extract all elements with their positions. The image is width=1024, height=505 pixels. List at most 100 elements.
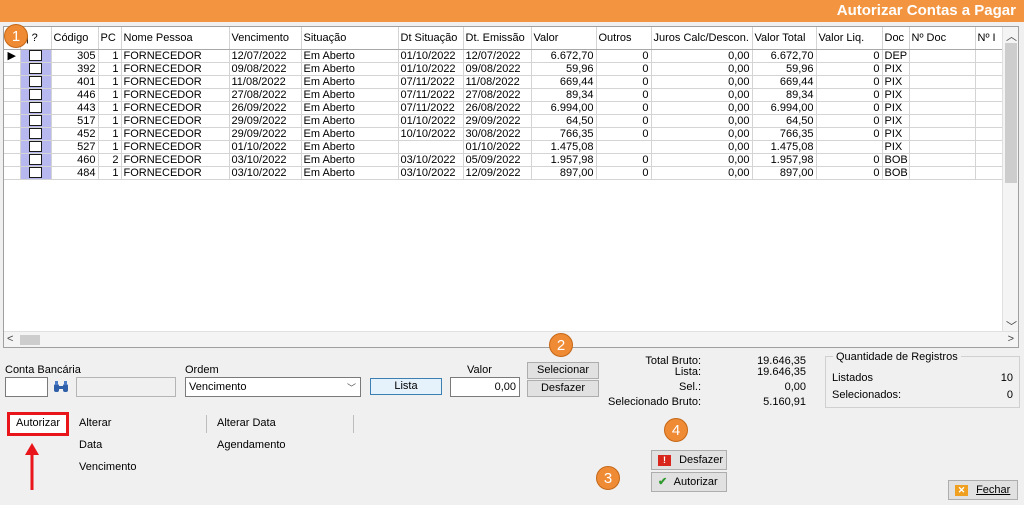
column-header[interactable]: Situação (301, 27, 399, 50)
cell-dt-emissao: 29/09/2022 (463, 114, 532, 128)
binoculars-icon[interactable] (52, 378, 70, 396)
column-header[interactable]: Valor Liq. (816, 27, 883, 50)
select-cell[interactable] (20, 153, 52, 167)
tab-autorizar[interactable]: Autorizar (7, 412, 70, 436)
cell-dt-emissao: 11/08/2022 (463, 75, 532, 89)
cell-doc: PIX (882, 75, 910, 89)
row-checkbox[interactable] (29, 115, 42, 126)
column-header[interactable]: Vencimento (229, 27, 302, 50)
select-cell[interactable] (20, 88, 52, 102)
column-header[interactable]: Valor Total (752, 27, 817, 50)
cell-nome: FORNECEDOR (121, 153, 230, 167)
table-row[interactable]: 401 1 FORNECEDOR 11/08/2022 Em Aberto 07/11/2… (4, 75, 1007, 89)
lista-total-label: Lista: (674, 366, 701, 378)
column-header[interactable]: Dt. Emissão (463, 27, 532, 50)
table-row[interactable]: 527 1 FORNECEDOR 01/10/2022 Em Aberto 01/10/2… (4, 140, 1007, 154)
table-row[interactable]: 460 2 FORNECEDOR 03/10/2022 Em Aberto 03/10/2… (4, 153, 1007, 167)
cell-vencimento: 29/09/2022 (229, 114, 302, 128)
horizontal-scrollbar[interactable]: < > (4, 331, 1018, 347)
row-indicator (4, 153, 21, 167)
select-cell[interactable] (20, 75, 52, 89)
row-indicator (4, 88, 21, 102)
row-checkbox[interactable] (29, 76, 42, 87)
fechar-button-label: Fechar (976, 484, 1011, 496)
ordem-select[interactable]: Vencimento ﹀ (185, 377, 361, 397)
cell-valor-total: 1.475,08 (752, 140, 817, 154)
column-header[interactable]: PC (98, 27, 122, 50)
cell-doc: PIX (882, 88, 910, 102)
table-row[interactable]: 443 1 FORNECEDOR 26/09/2022 Em Aberto 07/11/2… (4, 101, 1007, 115)
cell-valor: 6.994,00 (531, 101, 597, 115)
title-bar: Autorizar Contas a Pagar (0, 0, 1024, 22)
table-row[interactable]: 484 1 FORNECEDOR 03/10/2022 Em Aberto 03/10/2… (4, 166, 1007, 180)
fechar-button[interactable]: ✕ Fechar (948, 480, 1018, 500)
autorizar-button[interactable]: ✔ Autorizar (651, 472, 727, 492)
cell-valor-total: 897,00 (752, 166, 817, 180)
cell-nome: FORNECEDOR (121, 101, 230, 115)
row-checkbox[interactable] (29, 63, 42, 74)
table-row[interactable]: 446 1 FORNECEDOR 27/08/2022 Em Aberto 07/11/2… (4, 88, 1007, 102)
desfazer-button-label: Desfazer (679, 454, 724, 466)
cell-juros: 0,00 (651, 101, 753, 115)
column-header[interactable]: Juros Calc/Descon. (651, 27, 753, 50)
select-cell[interactable] (20, 101, 52, 115)
column-header[interactable]: Dt Situação (398, 27, 464, 50)
table-row[interactable]: ▶ 305 1 FORNECEDOR 12/07/2022 Em Aberto 01/10/… (4, 49, 1007, 63)
cell-dt-situacao (398, 140, 464, 154)
select-cell[interactable] (20, 114, 52, 128)
select-cell[interactable] (20, 140, 52, 154)
select-cell[interactable] (20, 49, 52, 63)
vertical-scroll-thumb[interactable] (1005, 43, 1017, 183)
row-checkbox[interactable] (29, 128, 42, 139)
cell-pc: 1 (98, 49, 122, 63)
row-indicator (4, 75, 21, 89)
cell-valor-liq: 0 (816, 153, 883, 167)
annotation-badge-4: 4 (664, 418, 688, 442)
cell-doc: BOB (882, 166, 910, 180)
scroll-up-icon[interactable]: ︿ (1006, 28, 1017, 44)
cell-codigo: 305 (51, 49, 99, 63)
valor-input[interactable]: 0,00 (450, 377, 520, 397)
table-row[interactable]: 392 1 FORNECEDOR 09/08/2022 Em Aberto 01/10/2… (4, 62, 1007, 76)
row-checkbox[interactable] (29, 167, 42, 178)
column-header[interactable]: Nº Doc (909, 27, 976, 50)
desfazer-button[interactable]: ! Desfazer (651, 450, 727, 470)
select-cell[interactable] (20, 62, 52, 76)
row-checkbox[interactable] (29, 141, 42, 152)
cell-situacao: Em Aberto (301, 114, 399, 128)
cell-valor-liq: 0 (816, 88, 883, 102)
tab-alterar-data-vencimento[interactable]: Alterar Data Vencimento (73, 412, 142, 473)
scroll-left-icon[interactable]: < (7, 333, 13, 345)
tab-alterar-data-agendamento[interactable]: Alterar Data Agendamento (211, 412, 292, 451)
cell-nome: FORNECEDOR (121, 166, 230, 180)
cell-vencimento: 09/08/2022 (229, 62, 302, 76)
accounts-grid[interactable]: q ? Código PC Nome Pessoa Vencimento Sit… (3, 26, 1019, 348)
select-cell[interactable] (20, 166, 52, 180)
table-header-row: q ? Código PC Nome Pessoa Vencimento Sit… (4, 27, 1007, 50)
scroll-right-icon[interactable]: > (1008, 333, 1014, 345)
column-header[interactable]: Outros (596, 27, 652, 50)
table-row[interactable]: 517 1 FORNECEDOR 29/09/2022 Em Aberto 01/10/2… (4, 114, 1007, 128)
desfazer-selection-button[interactable]: Desfazer (527, 380, 599, 397)
row-checkbox[interactable] (29, 50, 42, 61)
column-header[interactable]: Nome Pessoa (121, 27, 230, 50)
table-row[interactable]: 452 1 FORNECEDOR 29/09/2022 Em Aberto 10/10/2… (4, 127, 1007, 141)
chevron-down-icon[interactable]: ﹀ (347, 380, 356, 396)
row-checkbox[interactable] (29, 89, 42, 100)
select-cell[interactable] (20, 127, 52, 141)
vertical-scrollbar[interactable]: ︿ ﹀ (1002, 27, 1018, 333)
conta-bancaria-label: Conta Bancária (5, 364, 81, 376)
row-checkbox[interactable] (29, 154, 42, 165)
selecionar-button[interactable]: Selecionar (527, 362, 599, 379)
row-checkbox[interactable] (29, 102, 42, 113)
column-header[interactable]: Código (51, 27, 99, 50)
lista-button[interactable]: Lista (370, 378, 442, 395)
cell-pc: 1 (98, 166, 122, 180)
column-header[interactable]: Valor (531, 27, 597, 50)
column-header[interactable]: Doc (882, 27, 910, 50)
cell-pc: 1 (98, 88, 122, 102)
cell-pc: 1 (98, 127, 122, 141)
row-indicator (4, 127, 21, 141)
horizontal-scroll-thumb[interactable] (20, 335, 40, 345)
conta-bancaria-input[interactable] (5, 377, 48, 397)
